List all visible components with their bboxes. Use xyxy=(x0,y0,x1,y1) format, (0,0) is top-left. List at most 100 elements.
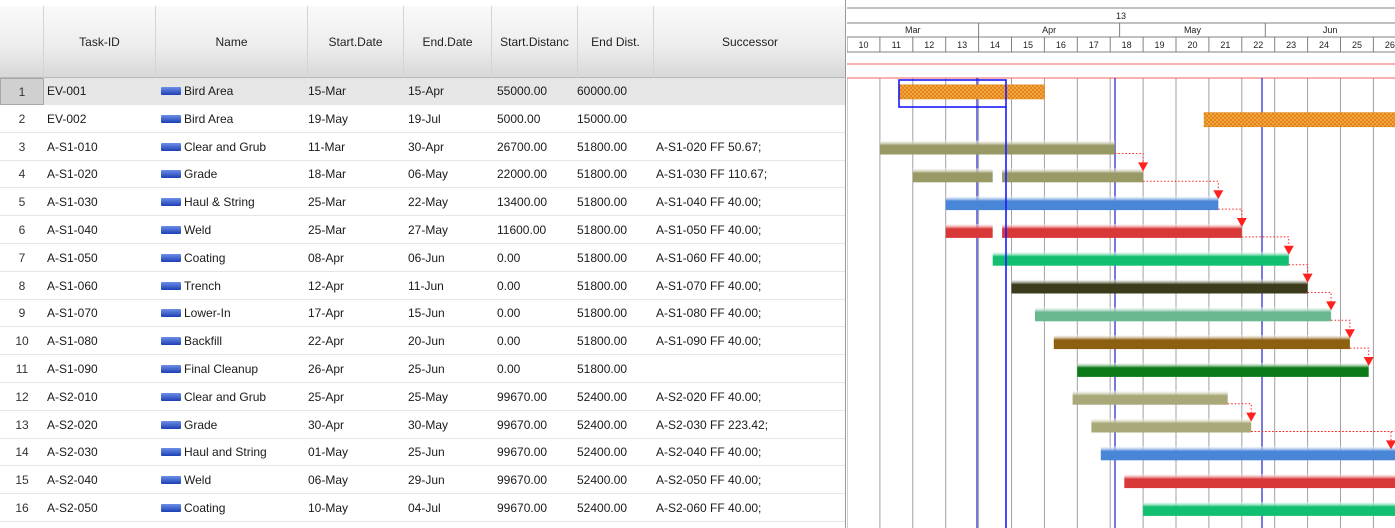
gantt-chart[interactable]: 13 Mar Apr May Jun 10 11 12 13 14 15 16 17 18 19 20 21 22… xyxy=(847,0,1395,528)
row-number[interactable]: 6 xyxy=(0,217,44,244)
row-number[interactable]: 1 xyxy=(0,78,44,105)
start-distance-cell[interactable]: 0.00 xyxy=(497,300,579,327)
task-id-cell[interactable]: A-S1-050 xyxy=(47,245,147,272)
start-date-cell[interactable]: 19-May xyxy=(308,106,404,133)
table-row[interactable]: 12 A-S2-010 Clear and Grub 25-Apr 25-May 9967… xyxy=(0,384,845,411)
table-row[interactable]: 3 A-S1-010 Clear and Grub 11-Mar 30-Apr 26700… xyxy=(0,134,845,161)
start-date-cell[interactable]: 12-Apr xyxy=(308,273,404,300)
end-date-cell[interactable]: 15-Jun xyxy=(408,300,494,327)
start-date-cell[interactable]: 25-Apr xyxy=(308,384,404,411)
start-date-cell[interactable]: 26-Apr xyxy=(308,356,404,383)
end-distance-cell[interactable]: 60000.00 xyxy=(577,78,653,105)
gantt-bar[interactable] xyxy=(945,196,1219,211)
task-id-cell[interactable]: A-S2-040 xyxy=(47,467,147,494)
row-number[interactable]: 7 xyxy=(0,245,44,272)
successor-cell[interactable]: A-S1-080 FF 40.00; xyxy=(656,300,844,327)
end-date-cell[interactable]: 06-May xyxy=(408,161,494,188)
start-distance-cell[interactable]: 0.00 xyxy=(497,273,579,300)
row-number[interactable]: 4 xyxy=(0,161,44,188)
task-id-cell[interactable]: A-S1-030 xyxy=(47,189,147,216)
gantt-bar[interactable] xyxy=(1002,168,1144,183)
end-date-cell[interactable]: 06-Jun xyxy=(408,245,494,272)
column-header-task-id[interactable]: Task-ID xyxy=(44,6,156,78)
end-distance-cell[interactable]: 51800.00 xyxy=(577,161,653,188)
table-row[interactable]: 6 A-S1-040 Weld 25-Mar 27-May 11600.00 51800.0… xyxy=(0,217,845,244)
start-date-cell[interactable]: 18-Mar xyxy=(308,161,404,188)
end-date-cell[interactable]: 30-May xyxy=(408,412,494,439)
gantt-bar[interactable] xyxy=(1203,112,1395,128)
row-number[interactable]: 2 xyxy=(0,106,44,133)
end-distance-cell[interactable]: 52400.00 xyxy=(577,495,653,522)
start-date-cell[interactable]: 06-May xyxy=(308,467,404,494)
row-number[interactable]: 9 xyxy=(0,300,44,327)
start-distance-cell[interactable]: 99670.00 xyxy=(497,412,579,439)
successor-cell[interactable]: A-S1-020 FF 50.67; xyxy=(656,134,844,161)
gantt-bar[interactable] xyxy=(1124,474,1395,489)
end-distance-cell[interactable]: 15000.00 xyxy=(577,106,653,133)
start-date-cell[interactable]: 11-Mar xyxy=(308,134,404,161)
row-number[interactable]: 3 xyxy=(0,134,44,161)
table-row[interactable]: 7 A-S1-050 Coating 08-Apr 06-Jun 0.00 51800.00… xyxy=(0,245,845,272)
gantt-bar[interactable] xyxy=(992,251,1289,266)
gantt-bar[interactable] xyxy=(912,168,993,183)
table-row[interactable]: 10 A-S1-080 Backfill 22-Apr 20-Jun 0.00 51800.… xyxy=(0,328,845,356)
table-row[interactable]: 13 A-S2-020 Grade 30-Apr 30-May 99670.00 52400… xyxy=(0,412,845,439)
end-distance-cell[interactable]: 51800.00 xyxy=(577,300,653,327)
start-distance-cell[interactable]: 55000.00 xyxy=(497,78,579,105)
end-distance-cell[interactable]: 52400.00 xyxy=(577,467,653,494)
table-row[interactable]: 14 A-S2-030 Haul and String 01-May 25-Jun 996… xyxy=(0,439,845,467)
end-distance-cell[interactable]: 51800.00 xyxy=(577,217,653,244)
successor-cell[interactable]: A-S2-020 FF 40.00; xyxy=(656,384,844,411)
row-number[interactable]: 14 xyxy=(0,439,44,466)
start-date-cell[interactable]: 30-Apr xyxy=(308,412,404,439)
gantt-bar[interactable] xyxy=(1143,501,1395,516)
gantt-bar[interactable] xyxy=(945,223,993,238)
gantt-bar[interactable] xyxy=(1053,335,1350,350)
task-id-cell[interactable]: A-S2-030 xyxy=(47,439,147,466)
task-id-cell[interactable]: A-S2-020 xyxy=(47,412,147,439)
end-date-cell[interactable]: 15-Apr xyxy=(408,78,494,105)
successor-cell[interactable]: A-S1-070 FF 40.00; xyxy=(656,273,844,300)
column-header-start-date[interactable]: Start.Date xyxy=(308,6,404,78)
row-number[interactable]: 13 xyxy=(0,412,44,439)
end-distance-cell[interactable]: 52400.00 xyxy=(577,439,653,466)
end-date-cell[interactable]: 20-Jun xyxy=(408,328,494,355)
start-distance-cell[interactable]: 99670.00 xyxy=(497,384,579,411)
end-date-cell[interactable]: 04-Jul xyxy=(408,495,494,522)
table-row[interactable]: 16 A-S2-050 Coating 10-May 04-Jul 99670.00 524… xyxy=(0,495,845,522)
start-distance-cell[interactable]: 0.00 xyxy=(497,328,579,355)
gantt-bar[interactable] xyxy=(1100,446,1395,461)
successor-cell[interactable]: A-S1-060 FF 40.00; xyxy=(656,245,844,272)
end-date-cell[interactable]: 30-Apr xyxy=(408,134,494,161)
end-distance-cell[interactable]: 51800.00 xyxy=(577,245,653,272)
column-header-end-distance[interactable]: End Dist. xyxy=(578,6,654,78)
gantt-bar[interactable] xyxy=(1077,362,1369,377)
column-header-successor[interactable]: Successor xyxy=(654,6,845,78)
row-number[interactable]: 5 xyxy=(0,189,44,216)
start-distance-cell[interactable]: 99670.00 xyxy=(497,439,579,466)
gantt-bar[interactable] xyxy=(1002,223,1242,238)
task-id-cell[interactable]: A-S1-040 xyxy=(47,217,147,244)
end-date-cell[interactable]: 25-Jun xyxy=(408,356,494,383)
start-distance-cell[interactable]: 13400.00 xyxy=(497,189,579,216)
gantt-bar[interactable] xyxy=(1091,418,1252,433)
row-number[interactable]: 8 xyxy=(0,273,44,300)
start-date-cell[interactable]: 25-Mar xyxy=(308,189,404,216)
end-distance-cell[interactable]: 51800.00 xyxy=(577,328,653,355)
gantt-bar[interactable] xyxy=(898,84,1045,100)
task-id-cell[interactable]: A-S1-060 xyxy=(47,273,147,300)
successor-cell[interactable]: A-S2-050 FF 40.00; xyxy=(656,467,844,494)
column-header-end-date[interactable]: End.Date xyxy=(404,6,492,78)
end-distance-cell[interactable]: 52400.00 xyxy=(577,384,653,411)
table-row[interactable]: 9 A-S1-070 Lower-In 17-Apr 15-Jun 0.00 51800.0… xyxy=(0,300,845,328)
start-date-cell[interactable]: 17-Apr xyxy=(308,300,404,327)
column-header-name[interactable]: Name xyxy=(156,6,308,78)
start-date-cell[interactable]: 01-May xyxy=(308,439,404,466)
task-id-cell[interactable]: A-S1-070 xyxy=(47,300,147,327)
table-row[interactable]: 8 A-S1-060 Trench 12-Apr 11-Jun 0.00 51800.00 A… xyxy=(0,273,845,300)
gantt-canvas[interactable]: 13 Mar Apr May Jun 10 11 12 13 14 15 16 17 18 19 20 21 22… xyxy=(847,0,1395,528)
start-date-cell[interactable]: 15-Mar xyxy=(308,78,404,105)
task-id-cell[interactable]: EV-002 xyxy=(47,106,147,133)
end-date-cell[interactable]: 25-Jun xyxy=(408,439,494,466)
successor-cell[interactable]: A-S2-030 FF 223.42; xyxy=(656,412,844,439)
